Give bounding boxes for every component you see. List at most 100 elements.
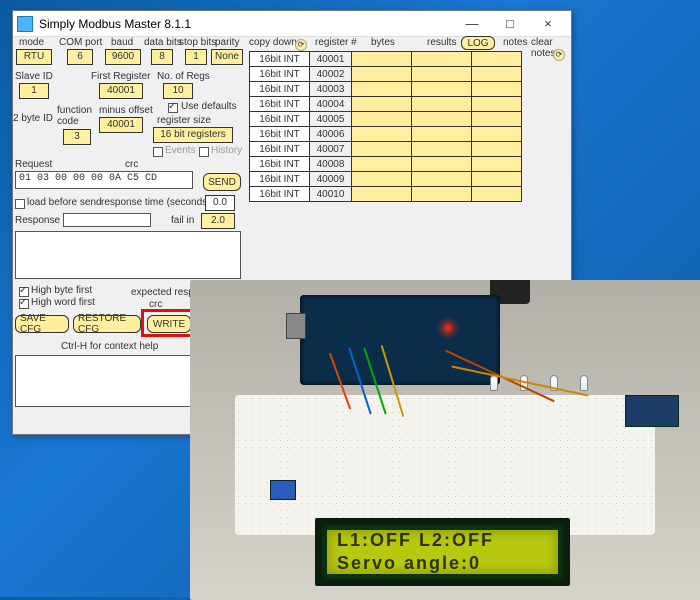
- register-cell: 40002: [310, 67, 352, 82]
- comport-field[interactable]: 6: [67, 49, 93, 65]
- minusoffset-label: minus offset: [99, 105, 153, 116]
- table-row: 16bit INT40003: [250, 82, 522, 97]
- results-cell: [412, 172, 472, 187]
- datatype-cell[interactable]: 16bit INT: [250, 127, 310, 142]
- stopbits-label: stop bits: [179, 37, 216, 48]
- high-word-checkbox[interactable]: [19, 299, 29, 309]
- stopbits-field[interactable]: 1: [185, 49, 207, 65]
- datatype-cell[interactable]: 16bit INT: [250, 67, 310, 82]
- byteid-label: 2 byte ID: [13, 113, 53, 124]
- results-cell: [412, 157, 472, 172]
- minimize-button[interactable]: —: [453, 13, 491, 35]
- save-cfg-button[interactable]: SAVE CFG: [15, 315, 69, 333]
- use-defaults-checkbox[interactable]: [168, 103, 178, 113]
- register-cell: 40007: [310, 142, 352, 157]
- datatype-cell[interactable]: 16bit INT: [250, 52, 310, 67]
- bytes-cell: [352, 142, 412, 157]
- baud-field[interactable]: 9600: [105, 49, 141, 65]
- crc-label: crc: [125, 159, 138, 170]
- high-byte-checkbox[interactable]: [19, 287, 29, 297]
- results-cell: [412, 127, 472, 142]
- nregs-label: No. of Regs: [157, 71, 210, 82]
- table-row: 16bit INT40005: [250, 112, 522, 127]
- baud-label: baud: [111, 37, 133, 48]
- events-checkbox[interactable]: [153, 147, 163, 157]
- maximize-button[interactable]: □: [491, 13, 529, 35]
- high-word-label: High word first: [31, 297, 95, 308]
- notes-cell[interactable]: [472, 157, 522, 172]
- clearnotes-refresh-icon[interactable]: ⟳: [553, 49, 565, 61]
- funccode-field[interactable]: 3: [63, 129, 91, 145]
- datatype-cell[interactable]: 16bit INT: [250, 157, 310, 172]
- parity-label: parity: [215, 37, 239, 48]
- mode-label: mode: [19, 37, 44, 48]
- notes-cell[interactable]: [472, 112, 522, 127]
- register-cell: 40006: [310, 127, 352, 142]
- notes-cell[interactable]: [472, 52, 522, 67]
- results-cell: [412, 82, 472, 97]
- bytes-cell: [352, 172, 412, 187]
- datatype-cell[interactable]: 16bit INT: [250, 187, 310, 202]
- history-checkbox[interactable]: [199, 147, 209, 157]
- slaveid-label: Slave ID: [15, 71, 53, 82]
- high-byte-label: High byte first: [31, 285, 92, 296]
- notes-cell[interactable]: [472, 127, 522, 142]
- results-label: results: [427, 37, 456, 48]
- lcd-display: L1:OFF L2:OFF Servo angle:0: [315, 518, 570, 586]
- register-cell: 40003: [310, 82, 352, 97]
- table-row: 16bit INT40002: [250, 67, 522, 82]
- nregs-field[interactable]: 10: [163, 83, 193, 99]
- use-defaults-label: Use defaults: [181, 101, 237, 112]
- notes-cell[interactable]: [472, 142, 522, 157]
- send-button[interactable]: SEND: [203, 173, 241, 191]
- notes-cell[interactable]: [472, 97, 522, 112]
- bytes-cell: [352, 127, 412, 142]
- firstreg-field[interactable]: 40001: [99, 83, 143, 99]
- notes-cell[interactable]: [472, 187, 522, 202]
- table-row: 16bit INT40007: [250, 142, 522, 157]
- copydown-refresh-icon[interactable]: ⟳: [295, 39, 307, 51]
- datatype-cell[interactable]: 16bit INT: [250, 97, 310, 112]
- responsetime-label: response time (seconds): [101, 197, 211, 208]
- window-title: Simply Modbus Master 8.1.1: [39, 17, 191, 31]
- response-label: Response: [15, 215, 60, 226]
- slaveid-field[interactable]: 1: [19, 83, 49, 99]
- mode-field[interactable]: RTU: [16, 49, 52, 65]
- notes-cell[interactable]: [472, 172, 522, 187]
- load-before-send-checkbox[interactable]: [15, 199, 25, 209]
- parity-field[interactable]: None: [211, 49, 243, 65]
- register-grid: 16bit INT4000116bit INT4000216bit INT400…: [249, 51, 522, 202]
- close-button[interactable]: ×: [529, 13, 567, 35]
- restore-cfg-button[interactable]: RESTORE CFG: [73, 315, 141, 333]
- register-cell: 40008: [310, 157, 352, 172]
- datatype-cell[interactable]: 16bit INT: [250, 142, 310, 157]
- results-cell: [412, 187, 472, 202]
- table-row: 16bit INT40009: [250, 172, 522, 187]
- minusoffset-field[interactable]: 40001: [99, 117, 143, 133]
- bytes-cell: [352, 97, 412, 112]
- regsize-field[interactable]: 16 bit registers: [153, 127, 233, 143]
- response-text[interactable]: [15, 231, 241, 279]
- table-row: 16bit INT40001: [250, 52, 522, 67]
- failin-field[interactable]: 2.0: [201, 213, 235, 229]
- databits-field[interactable]: 8: [151, 49, 173, 65]
- context-help-box[interactable]: [15, 355, 195, 407]
- request-bytes[interactable]: 01 03 00 00 00 0A C5 CD: [15, 171, 193, 189]
- titlebar[interactable]: Simply Modbus Master 8.1.1 — □ ×: [13, 11, 571, 37]
- log-button[interactable]: LOG: [461, 36, 495, 50]
- datatype-cell[interactable]: 16bit INT: [250, 112, 310, 127]
- responsetime-field: 0.0: [205, 195, 235, 211]
- notes-cell[interactable]: [472, 67, 522, 82]
- notes-cell[interactable]: [472, 82, 522, 97]
- funccode-label: function code: [57, 105, 92, 127]
- hardware-photo: L1:OFF L2:OFF Servo angle:0: [190, 280, 700, 600]
- datatype-cell[interactable]: 16bit INT: [250, 172, 310, 187]
- register-cell: 40005: [310, 112, 352, 127]
- lcd-line2: Servo angle:0: [337, 553, 548, 574]
- context-help-label: Ctrl-H for context help: [61, 341, 158, 352]
- write-highlight: [141, 309, 197, 337]
- response-field[interactable]: [63, 213, 151, 227]
- app-icon: [17, 16, 33, 32]
- datatype-cell[interactable]: 16bit INT: [250, 82, 310, 97]
- table-row: 16bit INT40010: [250, 187, 522, 202]
